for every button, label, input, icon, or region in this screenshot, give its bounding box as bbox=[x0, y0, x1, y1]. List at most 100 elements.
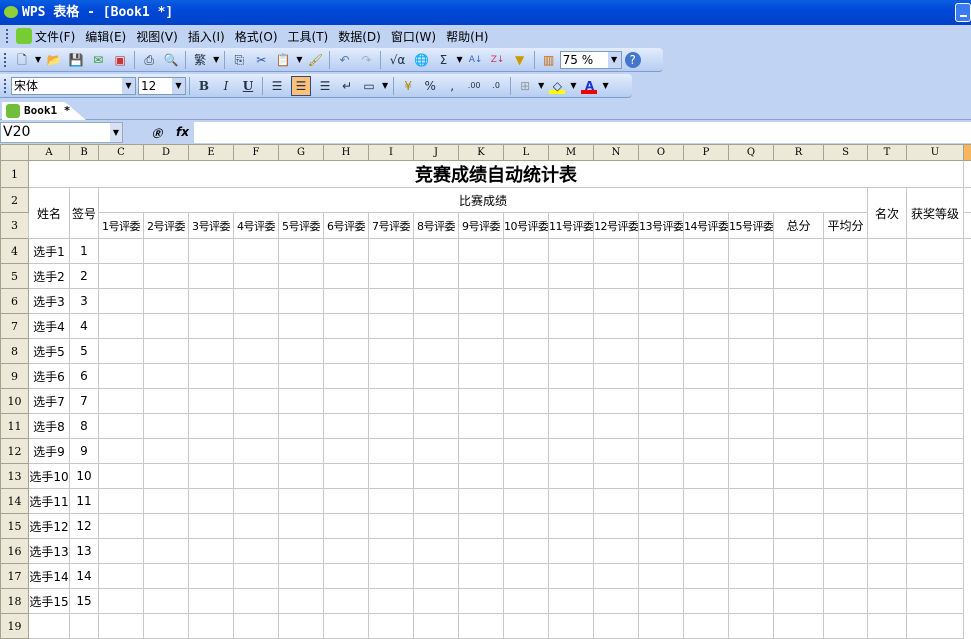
paste-icon[interactable]: 📋 bbox=[275, 52, 291, 68]
column-header[interactable]: A bbox=[29, 145, 70, 161]
row-header[interactable]: 19 bbox=[1, 614, 29, 639]
player-name-cell[interactable]: 选手13 bbox=[29, 539, 70, 564]
cell[interactable] bbox=[99, 289, 144, 314]
menu-edit[interactable]: 编辑(E) bbox=[85, 28, 126, 45]
borders-icon[interactable]: ⊞ bbox=[517, 78, 533, 94]
cell[interactable] bbox=[459, 314, 504, 339]
cell[interactable] bbox=[639, 239, 684, 264]
cell[interactable] bbox=[824, 589, 868, 614]
player-name-cell[interactable] bbox=[29, 614, 70, 639]
cell[interactable] bbox=[459, 439, 504, 464]
cell[interactable] bbox=[907, 314, 964, 339]
dropdown-arrow-icon[interactable]: ▼ bbox=[602, 81, 608, 90]
cell[interactable] bbox=[907, 289, 964, 314]
sheet-table[interactable]: ABCDEFGHIJKLMNOPQRSTU1竞赛成绩自动统计表2姓名签号比赛成绩… bbox=[0, 144, 971, 639]
sort-ascending-icon[interactable]: A↓ bbox=[468, 52, 484, 68]
cell[interactable] bbox=[729, 539, 774, 564]
judge-header-cell[interactable]: 3号评委 bbox=[189, 213, 234, 239]
cell[interactable] bbox=[684, 514, 729, 539]
cell[interactable] bbox=[684, 589, 729, 614]
player-number-cell[interactable]: 8 bbox=[70, 414, 99, 439]
cell[interactable] bbox=[369, 564, 414, 589]
cell[interactable] bbox=[549, 264, 594, 289]
award-header-cell[interactable]: 获奖等级 bbox=[907, 188, 964, 239]
cell[interactable] bbox=[964, 213, 971, 239]
scores-group-header-cell[interactable]: 比赛成绩 bbox=[99, 188, 868, 213]
cell[interactable] bbox=[324, 589, 369, 614]
undo-icon[interactable]: ↶ bbox=[336, 52, 352, 68]
column-header[interactable]: M bbox=[549, 145, 594, 161]
cell[interactable] bbox=[369, 539, 414, 564]
dropdown-arrow-icon[interactable]: ▼ bbox=[213, 55, 219, 64]
cell[interactable] bbox=[824, 489, 868, 514]
column-header[interactable]: C bbox=[99, 145, 144, 161]
cell[interactable] bbox=[868, 339, 907, 364]
chevron-down-icon[interactable]: ▼ bbox=[608, 52, 621, 68]
chart-icon[interactable]: ▥ bbox=[541, 52, 557, 68]
cell[interactable] bbox=[414, 539, 459, 564]
player-name-cell[interactable]: 选手7 bbox=[29, 389, 70, 414]
cell[interactable] bbox=[414, 264, 459, 289]
name-header-cell[interactable]: 姓名 bbox=[29, 188, 70, 239]
cell[interactable] bbox=[279, 589, 324, 614]
cell[interactable] bbox=[868, 589, 907, 614]
cell[interactable] bbox=[684, 464, 729, 489]
hyperlink-icon[interactable]: 🌐 bbox=[413, 52, 429, 68]
format-painter-icon[interactable]: 🖌 bbox=[307, 52, 323, 68]
cell[interactable] bbox=[144, 439, 189, 464]
cell[interactable] bbox=[824, 564, 868, 589]
cell[interactable] bbox=[414, 489, 459, 514]
cell[interactable] bbox=[144, 414, 189, 439]
cell[interactable] bbox=[324, 264, 369, 289]
cell[interactable] bbox=[189, 439, 234, 464]
menu-help[interactable]: 帮助(H) bbox=[446, 28, 488, 45]
cell[interactable] bbox=[594, 364, 639, 389]
cell[interactable] bbox=[868, 614, 907, 639]
cell[interactable] bbox=[729, 514, 774, 539]
cell[interactable] bbox=[729, 289, 774, 314]
cell[interactable] bbox=[684, 314, 729, 339]
cell[interactable] bbox=[824, 364, 868, 389]
cell[interactable] bbox=[907, 514, 964, 539]
cell[interactable] bbox=[824, 514, 868, 539]
cell[interactable] bbox=[594, 439, 639, 464]
number-header-cell[interactable]: 签号 bbox=[70, 188, 99, 239]
player-number-cell[interactable]: 15 bbox=[70, 589, 99, 614]
cell[interactable] bbox=[907, 539, 964, 564]
cell[interactable] bbox=[594, 389, 639, 414]
player-number-cell[interactable]: 6 bbox=[70, 364, 99, 389]
column-header[interactable]: N bbox=[594, 145, 639, 161]
cell[interactable] bbox=[459, 339, 504, 364]
app-icon[interactable] bbox=[16, 28, 32, 44]
average-header-cell[interactable]: 平均分 bbox=[824, 213, 868, 239]
cell[interactable] bbox=[234, 389, 279, 414]
cell[interactable] bbox=[459, 389, 504, 414]
cell[interactable] bbox=[504, 364, 549, 389]
open-folder-icon[interactable]: 📂 bbox=[46, 52, 62, 68]
column-header[interactable]: I bbox=[369, 145, 414, 161]
cell[interactable] bbox=[868, 264, 907, 289]
player-number-cell[interactable]: 7 bbox=[70, 389, 99, 414]
cell[interactable] bbox=[414, 314, 459, 339]
cell[interactable] bbox=[234, 539, 279, 564]
cell[interactable] bbox=[774, 564, 824, 589]
row-header[interactable]: 13 bbox=[1, 464, 29, 489]
cell[interactable] bbox=[234, 489, 279, 514]
export-pdf-icon[interactable]: ▣ bbox=[112, 52, 128, 68]
cell[interactable] bbox=[907, 489, 964, 514]
cell[interactable] bbox=[369, 314, 414, 339]
print-preview-icon[interactable]: 🔍 bbox=[163, 52, 179, 68]
cell[interactable] bbox=[549, 389, 594, 414]
cell[interactable] bbox=[824, 289, 868, 314]
cell[interactable] bbox=[504, 439, 549, 464]
cell[interactable] bbox=[189, 364, 234, 389]
cell[interactable] bbox=[279, 539, 324, 564]
column-header[interactable]: B bbox=[70, 145, 99, 161]
cell[interactable] bbox=[639, 589, 684, 614]
cell[interactable] bbox=[369, 614, 414, 639]
row-header[interactable]: 7 bbox=[1, 314, 29, 339]
merge-cells-icon[interactable]: ▭ bbox=[361, 78, 377, 94]
cell[interactable] bbox=[504, 389, 549, 414]
cell[interactable] bbox=[414, 589, 459, 614]
cell[interactable] bbox=[279, 439, 324, 464]
